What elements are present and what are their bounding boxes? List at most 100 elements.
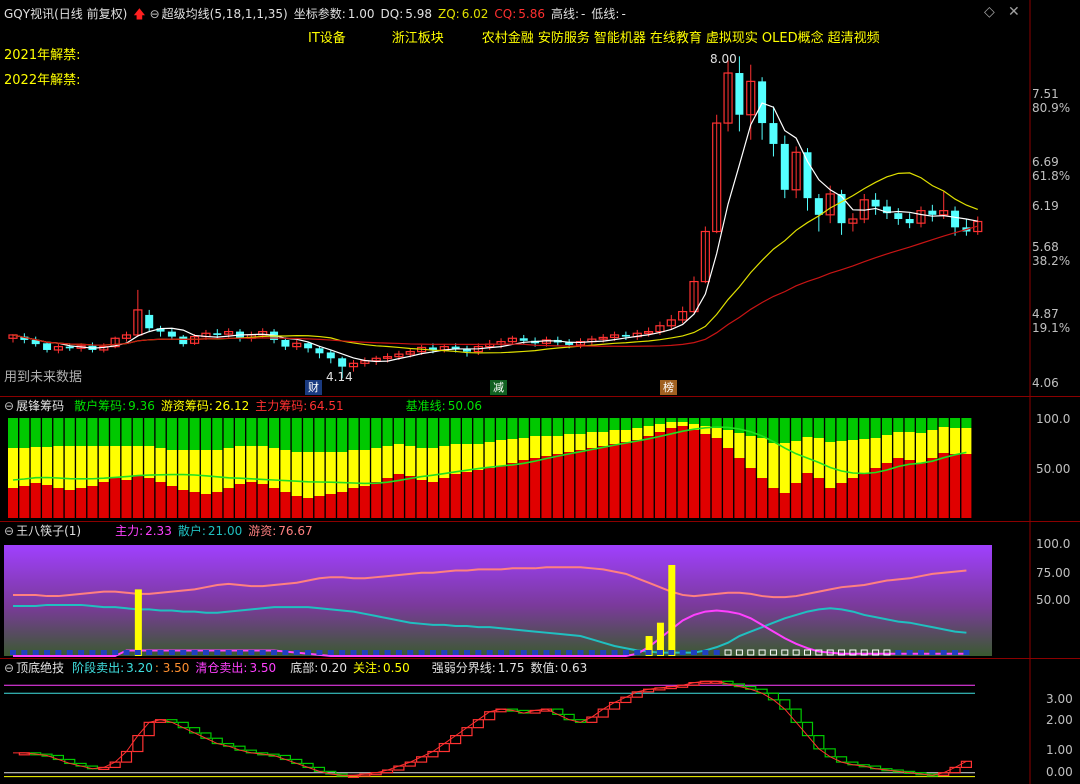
chip-bar bbox=[76, 488, 87, 518]
chip-bar bbox=[666, 428, 677, 518]
square-marker bbox=[21, 650, 28, 655]
chip-bar bbox=[87, 486, 98, 518]
square-marker bbox=[668, 650, 675, 655]
chip-bar bbox=[212, 418, 223, 450]
chip-bar bbox=[371, 448, 382, 482]
chip-bar bbox=[836, 441, 847, 483]
chip-bar bbox=[711, 438, 722, 518]
square-marker bbox=[55, 650, 62, 655]
step-box bbox=[597, 708, 609, 718]
square-marker bbox=[134, 650, 141, 655]
chip-bar bbox=[53, 488, 64, 518]
square-marker bbox=[963, 650, 970, 655]
chip-bar bbox=[677, 418, 688, 422]
candle-body bbox=[326, 352, 335, 359]
chip-bar bbox=[110, 418, 121, 446]
low-price-label: 4.14 bbox=[326, 370, 353, 384]
chip-bar bbox=[87, 446, 98, 486]
square-marker bbox=[44, 650, 51, 655]
chip-bar bbox=[473, 418, 484, 444]
chip-bar bbox=[496, 466, 507, 518]
step-box bbox=[132, 734, 144, 753]
chip-bar bbox=[473, 470, 484, 518]
chip-bar bbox=[314, 496, 325, 518]
ma-line bbox=[12, 172, 978, 354]
chip-bar bbox=[723, 430, 734, 448]
step-box bbox=[813, 734, 825, 750]
chip-bar bbox=[813, 438, 824, 478]
chip-bar bbox=[836, 483, 847, 518]
chip-bar bbox=[836, 418, 847, 441]
chip-bar bbox=[961, 454, 972, 518]
chip-bar bbox=[348, 488, 359, 518]
chip-bar bbox=[291, 452, 302, 496]
step-box bbox=[200, 732, 212, 739]
chip-bar bbox=[927, 418, 938, 430]
candle-body bbox=[758, 81, 767, 124]
square-marker bbox=[713, 650, 720, 655]
chip-bar bbox=[654, 418, 665, 424]
chip-bar bbox=[609, 444, 620, 518]
square-marker bbox=[543, 650, 550, 655]
chip-bar bbox=[223, 418, 234, 448]
chip-bar bbox=[178, 490, 189, 518]
candle-body bbox=[519, 338, 528, 341]
chip-bar bbox=[8, 488, 18, 518]
chip-bar bbox=[121, 480, 132, 518]
candle-body bbox=[43, 343, 52, 350]
step-box bbox=[824, 748, 836, 758]
chip-bar bbox=[791, 418, 802, 441]
chip-bar bbox=[42, 418, 53, 447]
chip-bar bbox=[393, 444, 404, 474]
square-marker bbox=[940, 650, 947, 655]
step-box bbox=[427, 750, 439, 758]
chip-bar bbox=[825, 488, 836, 518]
step-box bbox=[177, 721, 189, 729]
step-box bbox=[960, 760, 973, 768]
square-marker bbox=[384, 650, 391, 655]
chip-bar bbox=[881, 418, 892, 435]
square-marker bbox=[373, 650, 380, 655]
step-box bbox=[472, 719, 484, 729]
square-marker bbox=[475, 650, 482, 655]
square-marker bbox=[895, 650, 902, 655]
chip-bar bbox=[462, 472, 472, 518]
chip-bar bbox=[904, 460, 915, 518]
square-marker bbox=[656, 650, 663, 655]
chip-bar bbox=[859, 439, 870, 473]
square-marker bbox=[293, 650, 300, 655]
chip-bar bbox=[916, 463, 926, 518]
chip-bar bbox=[53, 446, 64, 488]
chip-bar bbox=[961, 418, 972, 428]
step-box bbox=[302, 762, 314, 768]
chip-bar bbox=[552, 436, 563, 454]
chip-bar bbox=[427, 482, 438, 518]
chip-bar bbox=[110, 446, 121, 478]
chip-bar bbox=[564, 434, 575, 452]
chart-canvas[interactable] bbox=[0, 0, 1080, 784]
chip-bar bbox=[643, 418, 654, 426]
chip-bar bbox=[348, 418, 359, 450]
chip-bar bbox=[450, 418, 461, 444]
chip-bar bbox=[337, 492, 348, 518]
chip-bar bbox=[586, 418, 597, 432]
square-marker bbox=[577, 650, 584, 655]
chip-bar bbox=[98, 482, 109, 518]
square-marker bbox=[429, 650, 436, 655]
chip-bar bbox=[473, 444, 484, 470]
chip-bar bbox=[859, 418, 870, 439]
chip-bar bbox=[507, 463, 518, 518]
chip-bar bbox=[189, 450, 200, 492]
chip-bar bbox=[257, 418, 268, 446]
chip-bar bbox=[711, 428, 722, 438]
square-marker bbox=[259, 650, 266, 655]
step-box bbox=[393, 765, 405, 771]
square-marker bbox=[441, 650, 448, 655]
step-box bbox=[438, 742, 450, 753]
chip-bar bbox=[450, 474, 461, 518]
chip-bar bbox=[859, 473, 870, 518]
chip-bar bbox=[791, 483, 802, 518]
square-marker bbox=[100, 650, 107, 655]
chip-bar bbox=[155, 448, 166, 482]
chip-bar bbox=[269, 418, 280, 448]
